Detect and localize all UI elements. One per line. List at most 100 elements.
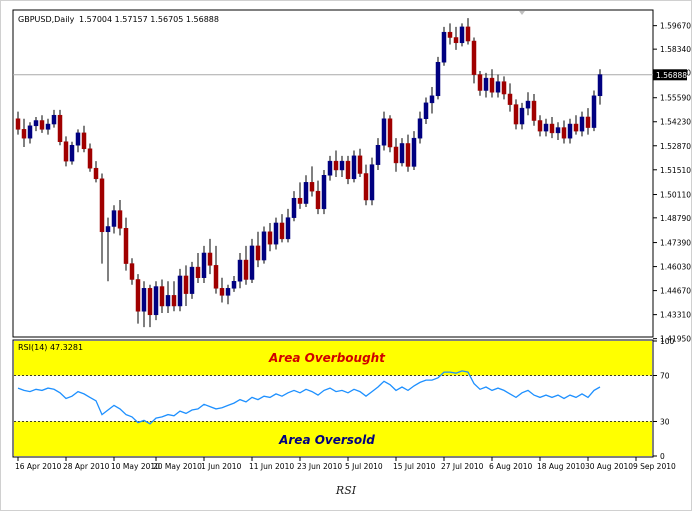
candle [321,169,327,215]
bull-candle-body [495,81,501,93]
bull-candle-body [441,31,447,63]
x-tick-label: 11 Jun 2010 [249,462,294,471]
bull-candle-body [291,197,297,218]
rsi-tick-label: 100 [660,337,675,346]
bear-candle-body [183,275,189,294]
bull-candle-body [567,123,573,139]
x-tick-label: 6 Aug 2010 [489,462,532,471]
bull-candle-body [321,175,327,210]
x-tick-label: 1 Jun 2010 [201,462,242,471]
bear-candle-body [513,104,519,125]
overbought-text: Area Overbought [268,351,386,365]
bull-candle-body [381,118,387,146]
candle [261,226,267,264]
bull-candle-body [51,114,57,125]
candle [591,90,597,132]
bear-candle-body [99,178,105,233]
bull-candle-body [141,288,147,312]
bull-candle-body [417,118,423,139]
bull-candle-body [555,127,561,134]
x-tick-label: 18 Aug 2010 [537,462,585,471]
bull-candle-body [285,217,291,240]
price-tick-label: 1.54230 [660,118,691,127]
bull-candle-body [27,125,33,139]
bull-candle-body [225,288,231,296]
price-tick-label: 1.55590 [660,94,691,103]
bear-candle-body [573,123,579,132]
bear-candle-body [81,132,87,150]
price-tick-label: 1.48790 [660,214,691,223]
bull-candle-body [231,280,237,289]
candle [369,157,375,206]
bull-candle-body [411,137,417,167]
bull-candle-body [435,61,441,97]
bear-candle-body [147,288,153,316]
bear-candle-body [279,222,285,240]
x-tick-label: 20 May 2010 [153,462,202,471]
bull-candle-body [249,245,255,280]
bear-candle-body [219,288,225,296]
bull-candle-body [579,116,585,132]
symbol-label: GBPUSD,Daily [18,15,75,24]
bear-candle-body [471,40,477,75]
price-tick-label: 1.52870 [660,142,691,151]
bear-candle-body [129,263,135,280]
bear-candle-body [489,77,495,93]
price-tick-label: 1.46030 [660,263,691,272]
price-tick-label: 1.50110 [660,191,691,200]
price-tick-label: 1.44670 [660,287,691,296]
bull-candle-body [189,266,195,294]
x-tick-label: 15 Jul 2010 [393,462,436,471]
price-tick-label: 1.47390 [660,239,691,248]
bear-candle-body [537,120,543,132]
bear-candle-body [255,245,261,261]
bull-candle-body [525,100,531,109]
bear-candle-body [213,265,219,289]
bear-candle-body [333,160,339,171]
ohlc-header: 1.57004 1.57157 1.56705 1.56888 [79,15,219,24]
x-tick-label: 16 Apr 2010 [15,462,62,471]
rsi-label: RSI(14) 47.3281 [18,343,83,352]
bear-candle-body [345,160,351,180]
bull-candle-body [459,26,465,44]
rsi-tick-label: 70 [660,372,670,381]
bear-candle-body [93,167,99,180]
bull-candle-body [303,182,309,204]
candle [459,23,465,47]
bull-candle-body [273,222,279,245]
bear-candle-body [549,123,555,134]
rsi-tick-label: 30 [660,418,670,427]
bull-candle-body [519,107,525,125]
price-tick-label: 1.58340 [660,45,691,54]
bear-candle-body [123,228,129,264]
bear-candle-body [363,173,369,201]
bear-candle-body [297,197,303,204]
price-panel [12,9,654,338]
bear-candle-body [447,31,453,38]
bear-candle-body [117,210,123,229]
bear-candle-body [585,116,591,128]
candle [189,261,195,299]
bear-candle-body [531,100,537,121]
x-tick-label: 30 Aug 2010 [585,462,633,471]
oversold-text: Area Oversold [278,433,375,447]
rsi-tick-label: 0 [660,452,665,461]
bear-candle-body [267,231,273,245]
candle [441,26,447,66]
bear-candle-body [387,118,393,148]
price-rsi-chart[interactable]: 1.596701.583401.570101.555901.542301.528… [0,0,692,511]
bull-candle-body [591,95,597,128]
bear-candle-body [561,127,567,139]
price-tick-label: 1.43310 [660,311,691,320]
bear-candle-body [39,120,45,130]
bull-candle-body [423,102,429,119]
bull-candle-body [33,120,39,127]
bull-candle-body [399,143,405,164]
x-tick-label: 9 Sep 2010 [633,462,676,471]
bull-candle-body [201,252,207,278]
bull-candle-body [429,95,435,104]
bear-candle-body [405,143,411,167]
bull-candle-body [111,210,117,227]
candle [153,281,159,321]
bear-candle-body [357,155,363,174]
